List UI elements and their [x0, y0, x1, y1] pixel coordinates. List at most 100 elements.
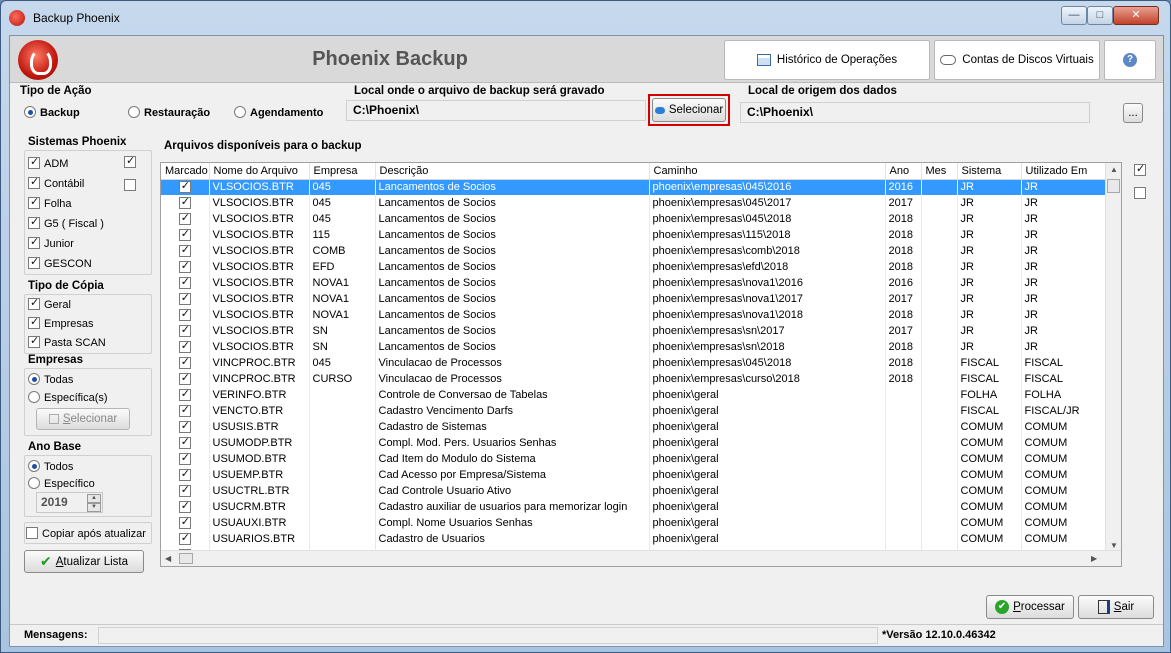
ano-spinner[interactable]: 2019 ▲ ▼ [36, 492, 103, 513]
table-row[interactable]: VERINFO.BTR Controle de Conversao de Tabe… [161, 387, 1108, 403]
chk-gescon[interactable]: GESCON [28, 255, 92, 270]
row-checkbox[interactable] [178, 307, 191, 321]
scroll-left-icon[interactable]: ◀ [165, 554, 171, 563]
row-marcado-cell[interactable] [161, 371, 210, 387]
table-row[interactable]: USUCTRL.BTR Cad Controle Usuario Ativopho… [161, 483, 1108, 499]
chk-empresas[interactable]: Empresas [28, 315, 94, 330]
row-marcado-cell[interactable] [161, 387, 210, 403]
radio-agendamento-dot[interactable] [234, 106, 246, 118]
row-checkbox[interactable] [178, 211, 191, 225]
row-marcado-cell[interactable] [161, 419, 210, 435]
chk-all-sistemas-box[interactable] [124, 154, 136, 168]
row-marcado-cell[interactable] [161, 499, 210, 515]
chk-junior-box[interactable] [28, 235, 40, 249]
row-checkbox[interactable] [178, 467, 191, 481]
table-row[interactable]: VINCPROC.BTR045Vinculacao de Processosph… [161, 355, 1108, 371]
spin-down-icon[interactable]: ▼ [87, 503, 101, 512]
chk-copiar-apos-box[interactable] [26, 527, 38, 539]
table-row[interactable]: VLSOCIOS.BTR045Lancamentos de Sociosphoe… [161, 211, 1108, 227]
processar-button[interactable]: ✔ Processar [986, 595, 1074, 619]
row-marcado-cell[interactable] [161, 515, 210, 531]
radio-especificas-dot[interactable] [28, 391, 40, 403]
radio-agendamento[interactable]: Agendamento [234, 106, 323, 119]
destino-path-field[interactable]: C:\Phoenix\ [346, 100, 646, 121]
vertical-scrollbar[interactable]: ▲ ▼ [1105, 163, 1121, 552]
column-header[interactable]: Nome do Arquivo [209, 163, 310, 180]
column-header[interactable]: Ano [885, 163, 922, 180]
chk-adm[interactable]: ADM [28, 155, 68, 170]
table-row[interactable]: USUAUXI.BTR Compl. Nome Usuarios Senhasph… [161, 515, 1108, 531]
chk-none-sistemas[interactable] [124, 179, 140, 192]
row-checkbox[interactable] [178, 451, 191, 465]
row-checkbox[interactable] [178, 515, 191, 529]
atualizar-lista-button[interactable]: ✔ Atualizar Lista [24, 550, 144, 573]
column-header[interactable]: Sistema [957, 163, 1022, 180]
radio-restauracao[interactable]: Restauração [128, 106, 210, 119]
column-header[interactable]: Empresa [309, 163, 376, 180]
origem-browse-button[interactable]: ... [1123, 103, 1143, 123]
row-checkbox[interactable] [178, 387, 191, 401]
chk-empresas-box[interactable] [28, 315, 40, 329]
chk-g5[interactable]: G5 ( Fiscal ) [28, 215, 104, 230]
chk-junior[interactable]: Junior [28, 235, 74, 250]
chk-g5-box[interactable] [28, 215, 40, 229]
chk-mark-all-box[interactable] [1134, 162, 1146, 176]
chk-unmark-all[interactable] [1134, 187, 1150, 200]
table-row[interactable]: USUSIS.BTR Cadastro de Sistemasphoenix\ge… [161, 419, 1108, 435]
radio-todas[interactable]: Todas [28, 373, 73, 386]
radio-todos[interactable]: Todos [28, 460, 73, 473]
column-header[interactable]: Descrição [375, 163, 650, 180]
row-marcado-cell[interactable] [161, 483, 210, 499]
table-row[interactable]: USUARIOS.BTR Cadastro de Usuariosphoenix\… [161, 531, 1108, 547]
chk-folha[interactable]: Folha [28, 195, 72, 210]
table-row[interactable]: USUCRM.BTR Cadastro auxiliar de usuarios … [161, 499, 1108, 515]
table-row[interactable]: VLSOCIOS.BTRSNLancamentos de Sociosphoen… [161, 339, 1108, 355]
row-marcado-cell[interactable] [161, 195, 210, 211]
historico-button[interactable]: Histórico de Operações [724, 40, 930, 80]
table-row[interactable]: VLSOCIOS.BTRNOVA1Lancamentos de Sociosph… [161, 291, 1108, 307]
table-row[interactable]: VLSOCIOS.BTR115Lancamentos de Sociosphoe… [161, 227, 1108, 243]
table-row[interactable]: USUEMP.BTR Cad Acesso por Empresa/Sistema… [161, 467, 1108, 483]
chk-copiar-apos[interactable]: Copiar após atualizar [26, 527, 146, 540]
row-checkbox[interactable] [178, 531, 191, 545]
row-checkbox[interactable] [178, 419, 191, 433]
row-checkbox[interactable] [178, 291, 191, 305]
row-checkbox[interactable] [178, 259, 191, 273]
row-marcado-cell[interactable] [161, 307, 210, 323]
sair-button[interactable]: Sair [1078, 595, 1154, 619]
horizontal-scrollbar[interactable]: ◀ ▶ [161, 550, 1121, 566]
row-checkbox[interactable] [178, 323, 191, 337]
row-marcado-cell[interactable] [161, 403, 210, 419]
row-checkbox[interactable] [178, 499, 191, 513]
selecionar-empresas-button[interactable]: Selecionar [36, 408, 130, 430]
table-row[interactable]: VLSOCIOS.BTRNOVA1Lancamentos de Sociosph… [161, 275, 1108, 291]
row-marcado-cell[interactable] [161, 355, 210, 371]
row-checkbox[interactable] [178, 179, 191, 193]
contas-discos-button[interactable]: Contas de Discos Virtuais [934, 40, 1100, 80]
chk-none-sistemas-box[interactable] [124, 179, 136, 191]
chk-folha-box[interactable] [28, 195, 40, 209]
chk-unmark-all-box[interactable] [1134, 187, 1146, 199]
scroll-right-icon[interactable]: ▶ [1091, 554, 1097, 563]
column-header[interactable]: Utilizado Em [1021, 163, 1108, 180]
row-checkbox[interactable] [178, 435, 191, 449]
radio-especificas[interactable]: Específica(s) [28, 391, 108, 404]
row-marcado-cell[interactable] [161, 179, 210, 195]
row-marcado-cell[interactable] [161, 451, 210, 467]
column-header[interactable]: Mes [921, 163, 958, 180]
radio-especifico-dot[interactable] [28, 477, 40, 489]
radio-backup[interactable]: Backup [24, 106, 80, 119]
arquivos-table[interactable]: Marcado Nome do Arquivo Empresa Descrição Ca… [160, 162, 1122, 567]
table-row[interactable]: VLSOCIOS.BTREFDLancamentos de Sociosphoe… [161, 259, 1108, 275]
scroll-up-icon[interactable]: ▲ [1110, 165, 1118, 174]
row-marcado-cell[interactable] [161, 243, 210, 259]
chk-geral[interactable]: Geral [28, 296, 71, 311]
table-row[interactable]: VLSOCIOS.BTR045Lancamentos de Sociosphoe… [161, 195, 1108, 211]
row-marcado-cell[interactable] [161, 211, 210, 227]
chk-pasta-scan[interactable]: Pasta SCAN [28, 334, 106, 349]
table-row[interactable]: VLSOCIOS.BTRSNLancamentos de Sociosphoen… [161, 323, 1108, 339]
table-row[interactable]: VENCTO.BTR Cadastro Vencimento Darfsphoen… [161, 403, 1108, 419]
row-checkbox[interactable] [178, 403, 191, 417]
chk-contabil[interactable]: Contábil [28, 175, 84, 190]
chk-pasta-scan-box[interactable] [28, 334, 40, 348]
